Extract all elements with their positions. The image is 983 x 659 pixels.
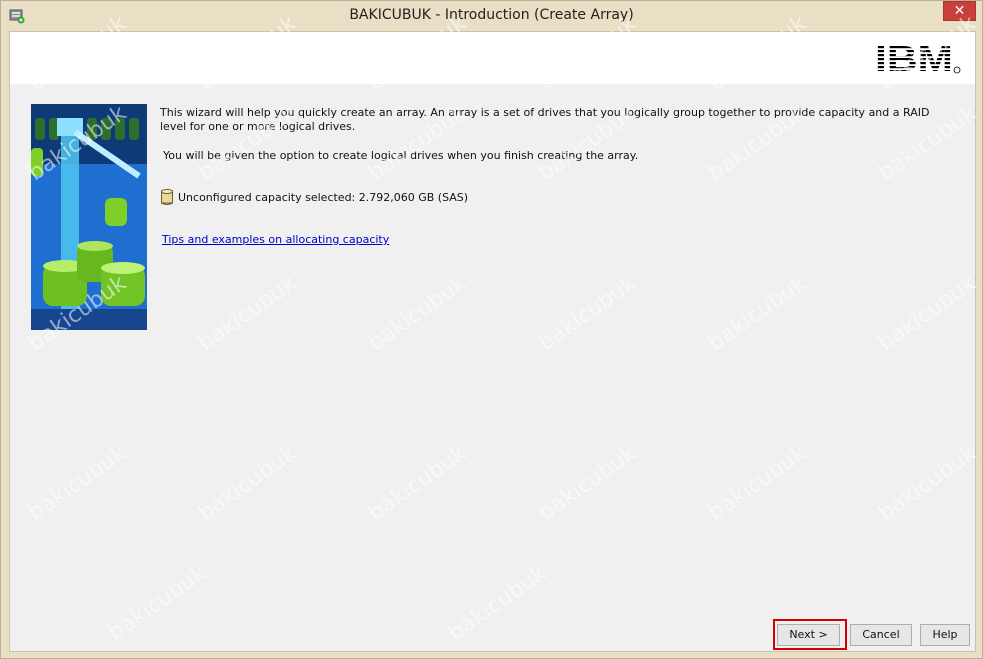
ibm-logo-text: IBM xyxy=(875,38,953,78)
cancel-button[interactable]: Cancel xyxy=(850,624,912,646)
close-button[interactable]: ✕ xyxy=(943,1,976,21)
intro-text: This wizard will help you quickly create… xyxy=(160,106,930,133)
next-button[interactable]: Next > xyxy=(777,624,840,646)
dialog-window: BAKICUBUK - Introduction (Create Array) … xyxy=(0,0,983,659)
header-band: IBM xyxy=(10,32,975,84)
option-text: You will be given the option to create l… xyxy=(163,149,639,162)
window-title: BAKICUBUK - Introduction (Create Array) xyxy=(349,7,634,23)
title-bar[interactable]: BAKICUBUK - Introduction (Create Array) … xyxy=(1,1,982,31)
help-button[interactable]: Help xyxy=(920,624,970,646)
close-icon: ✕ xyxy=(953,3,966,19)
intro-content: This wizard will help you quickly create… xyxy=(160,106,950,163)
capacity-row: Unconfigured capacity selected: 2.792,06… xyxy=(160,189,468,205)
tips-link[interactable]: Tips and examples on allocating capacity xyxy=(162,233,389,246)
capacity-text: Unconfigured capacity selected: 2.792,06… xyxy=(178,190,469,204)
wizard-client-area: IBM This wizard will help you quickly cr… xyxy=(9,31,976,652)
wizard-illustration xyxy=(31,104,147,330)
ibm-logo: IBM xyxy=(875,38,961,78)
database-icon xyxy=(161,189,173,205)
